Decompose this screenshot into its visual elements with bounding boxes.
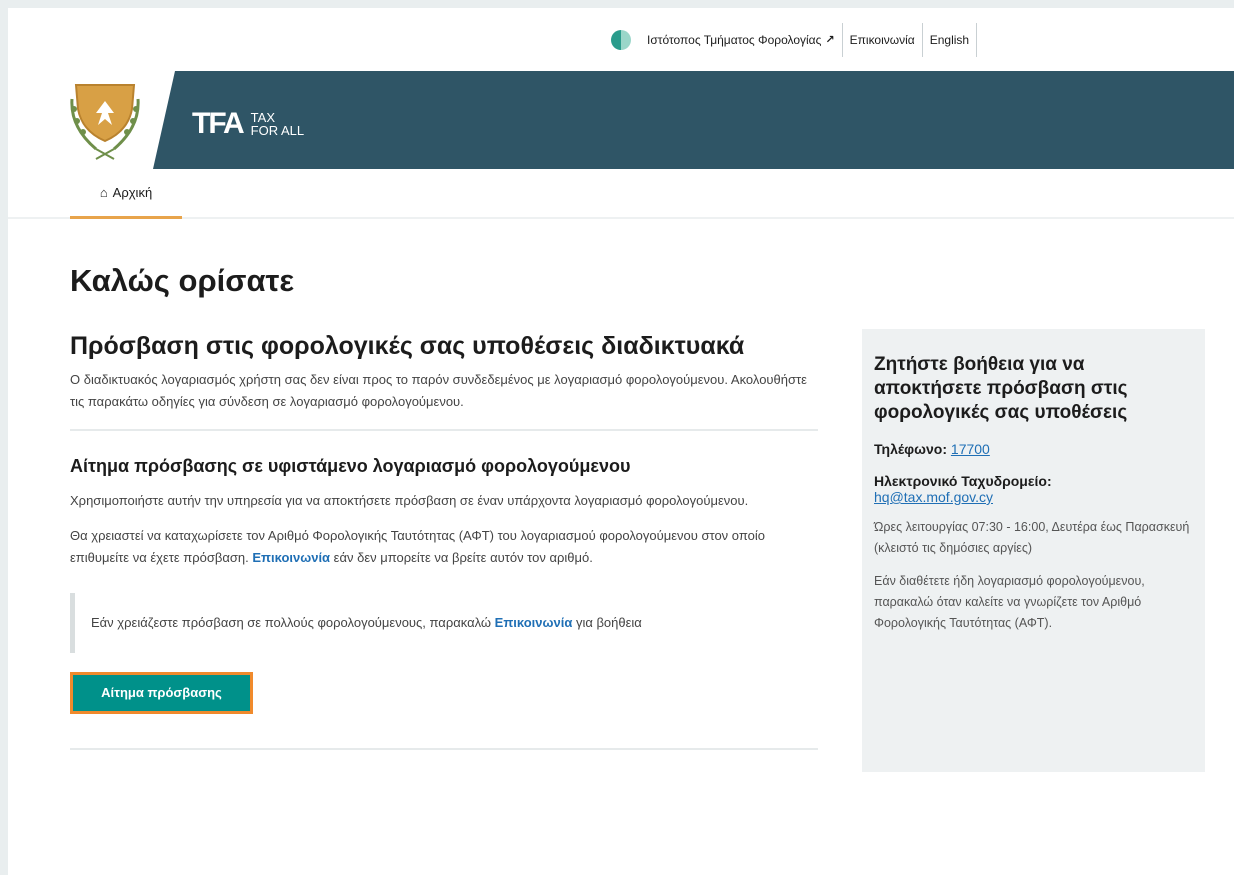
divider (70, 748, 818, 750)
subsection-heading: Αίτημα πρόσβασης σε υφιστάμενο λογαριασμ… (70, 456, 631, 476)
language-switch-link[interactable]: English (923, 23, 976, 57)
tax-department-site-label: Ιστότοπος Τμήματος Φορολογίας (647, 33, 822, 47)
home-icon: ⌂ (99, 185, 108, 200)
nav-item-home-label: Αρχική (112, 185, 153, 200)
header-banner: TFA TAX FOR ALL (8, 71, 1234, 169)
tfa-logo-text-line2: FOR ALL (250, 123, 305, 138)
help-heading: Ζητήστε βοήθεια για να αποκτήσετε πρόσβα… (874, 354, 1128, 423)
nav-item-home[interactable]: ⌂ Αρχική (70, 169, 182, 219)
section-heading: Πρόσβαση στις φορολογικές σας υποθέσεις … (70, 332, 745, 360)
service-description: Χρησιμοποιήστε αυτήν την υπηρεσία για να… (70, 493, 749, 508)
divider (976, 23, 978, 57)
cyprus-coat-of-arms-icon[interactable] (66, 79, 144, 163)
tin-instructions: Θα χρειαστεί να καταχωρίσετε τον Αριθμό … (70, 525, 818, 569)
page: Ιστότοπος Τμήματος Φορολογίας ↗ Επικοινω… (8, 8, 1234, 875)
help-sidebar: Ζητήστε βοήθεια για να αποκτήσετε πρόσβα… (862, 329, 1205, 772)
phone-label: Τηλέφωνο: (874, 441, 951, 457)
inset-text-end: για βοήθεια (572, 615, 642, 630)
request-access-button-focus-ring: Αίτημα πρόσβασης (70, 672, 253, 714)
main-nav: ⌂ Αρχική (8, 169, 1234, 219)
multiple-taxpayers-inset: Εάν χρειάζεστε πρόσβαση σε πολλούς φορολ… (70, 593, 818, 653)
page-title: Καλώς ορίσατε (70, 263, 295, 298)
contact-inset-link[interactable]: Επικοινωνία (495, 615, 573, 630)
office-hours: Ώρες λειτουργίας 07:30 - 16:00, Δευτέρα … (874, 520, 1190, 555)
email-label: Ηλεκτρονικό Ταχυδρομείο: (874, 473, 1052, 489)
tin-instructions-text-end: εάν δεν μπορείτε να βρείτε αυτόν τον αρι… (330, 550, 593, 565)
external-link-icon: ↗ (825, 34, 835, 46)
tax-department-site-link[interactable]: Ιστότοπος Τμήματος Φορολογίας ↗ (640, 23, 842, 57)
crest-background (8, 71, 175, 169)
tfa-logo-mark: TFA (192, 107, 245, 140)
tax-department-logo-icon (611, 30, 631, 50)
phone-line: Τηλέφωνο: 17700 (874, 441, 1193, 457)
tax-for-all-logo[interactable]: TFA TAX FOR ALL (192, 109, 304, 139)
email-line: Ηλεκτρονικό Ταχυδρομείο: hq@tax.mof.gov.… (874, 473, 1193, 505)
inset-text: Εάν χρειάζεστε πρόσβαση σε πολλούς φορολ… (91, 615, 495, 630)
phone-link[interactable]: 17700 (951, 441, 990, 457)
email-link[interactable]: hq@tax.mof.gov.cy (874, 489, 1193, 505)
main-content: Πρόσβαση στις φορολογικές σας υποθέσεις … (70, 331, 818, 750)
contact-inline-link[interactable]: Επικοινωνία (252, 550, 330, 565)
utility-bar: Ιστότοπος Τμήματος Φορολογίας ↗ Επικοινω… (8, 8, 1234, 71)
intro-text: Ο διαδικτυακός λογαριασμός χρήστη σας δε… (70, 372, 807, 409)
request-access-button[interactable]: Αίτημα πρόσβασης (73, 675, 250, 711)
utility-links: Ιστότοπος Τμήματος Φορολογίας ↗ Επικοινω… (611, 23, 978, 57)
contact-link[interactable]: Επικοινωνία (843, 23, 922, 57)
divider (70, 429, 818, 431)
help-note: Εάν διαθέτετε ήδη λογαριασμό φορολογούμε… (874, 574, 1145, 630)
tfa-logo-text: TAX FOR ALL (251, 111, 304, 137)
